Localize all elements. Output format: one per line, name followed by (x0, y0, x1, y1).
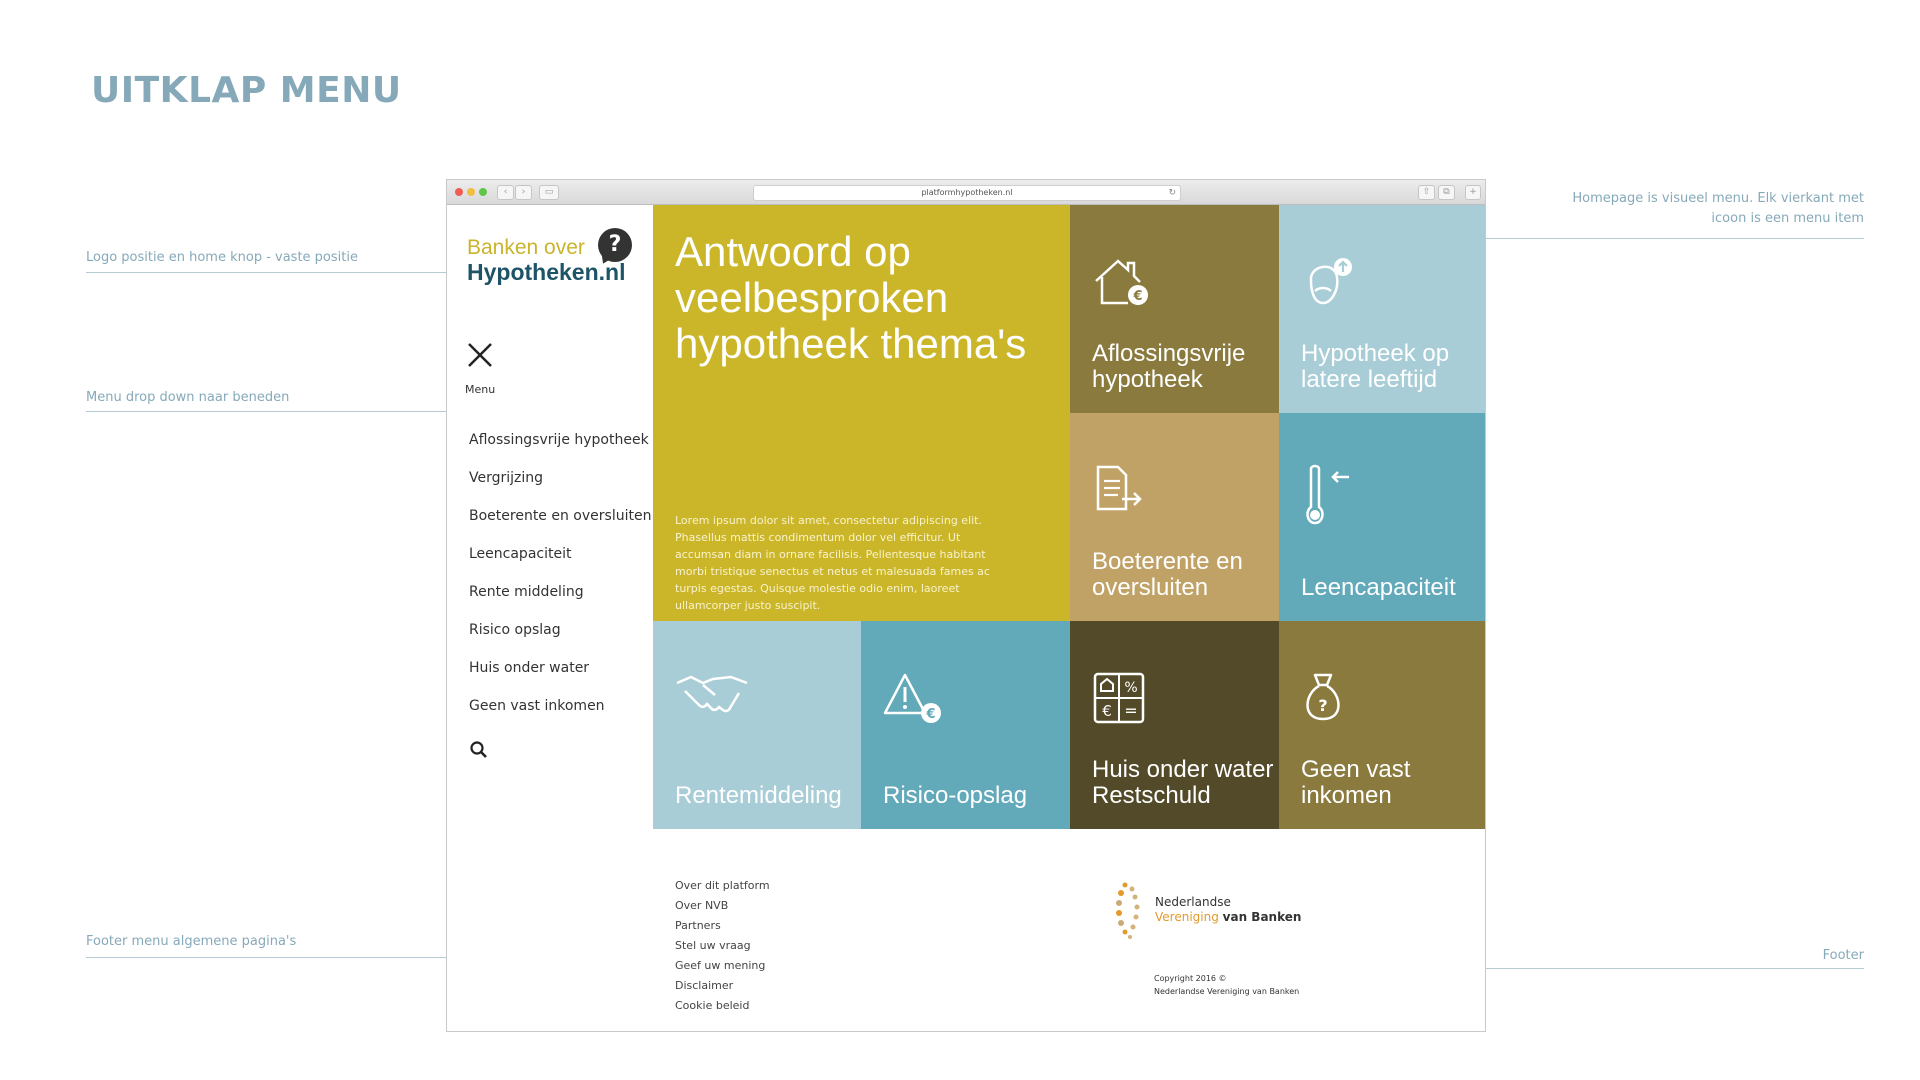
address-bar[interactable]: platformhypotheken.nl ↻ (753, 185, 1181, 201)
nvb-word-vereniging: Vereniging (1155, 910, 1219, 924)
tile-geen-vast-inkomen[interactable]: ? Geen vast inkomen (1279, 621, 1485, 829)
document-arrow-icon (1096, 465, 1142, 511)
menu-item[interactable]: Aflossingsvrije hypotheek (469, 430, 649, 468)
menu-label: Menu (465, 383, 496, 396)
back-button[interactable]: ‹ (497, 185, 514, 200)
close-window-button[interactable] (455, 188, 463, 196)
copyright-line: Copyright 2016 © (1154, 974, 1227, 983)
annotation-logo: Logo positie en home knop - vaste positi… (86, 250, 358, 265)
tile-aflossingsvrije-hypotheek[interactable]: € Aflossingsvrije hypotheek (1070, 205, 1279, 413)
tile-leencapaciteit[interactable]: Leencapaciteit (1279, 413, 1485, 621)
hero-title: Antwoord op veelbesproken hypotheek them… (675, 228, 1027, 367)
question-bubble-icon: ? (598, 228, 632, 262)
footer-link[interactable]: Stel uw vraag (675, 936, 770, 956)
nvb-dots-icon (1116, 882, 1140, 939)
forward-button[interactable]: › (515, 185, 532, 200)
nvb-word-banken: van Banken (1222, 910, 1302, 924)
footer-link[interactable]: Geef uw mening (675, 956, 770, 976)
tile-label: Risico-opslag (883, 782, 1028, 809)
tile-label: Hypotheek op latere leeftijd (1301, 340, 1450, 393)
house-euro-icon: € (1095, 259, 1148, 305)
site-logo[interactable]: Banken over Hypotheken.nl ? (467, 228, 632, 298)
menu-item[interactable]: Geen vast inkomen (469, 696, 649, 734)
annotation-line (86, 411, 456, 412)
tile-label: Aflossingsvrije hypotheek (1092, 340, 1246, 393)
svg-text:?: ? (1318, 696, 1327, 715)
browser-toolbar: ‹ › ▭ platformhypotheken.nl ↻ ⇧ ⧉ + (447, 180, 1485, 205)
annotation-footer-menu: Footer menu algemene pagina's (86, 934, 297, 949)
tile-hypotheek-latere-leeftijd[interactable]: Hypotheek op latere leeftijd (1279, 205, 1485, 413)
nvb-name-line1: Nederlandse (1155, 895, 1231, 909)
tile-rentemiddeling[interactable]: Rentemiddeling (653, 621, 861, 829)
nvb-name-line2: Vereniging van Banken (1155, 910, 1301, 924)
sidebar-toggle-button[interactable]: ▭ (539, 185, 559, 200)
close-menu-icon[interactable] (465, 340, 495, 370)
url-text: platformhypotheken.nl (921, 188, 1013, 197)
new-tab-button[interactable]: + (1465, 185, 1481, 200)
tile-label: Huis onder water Restschuld (1092, 756, 1274, 809)
elderly-man-icon (1309, 258, 1352, 305)
menu-list: Aflossingsvrije hypotheek Vergrijzing Bo… (469, 430, 651, 734)
minimize-window-button[interactable] (467, 188, 475, 196)
svg-text:€: € (925, 707, 935, 722)
money-bag-icon: ? (1306, 673, 1340, 721)
handshake-icon (676, 675, 748, 713)
copyright: Copyright 2016 © Nederlandse Vereniging … (1154, 972, 1354, 998)
footer-menu: Over dit platform Over NVB Partners Stel… (675, 876, 770, 1016)
menu-item[interactable]: Vergrijzing (469, 468, 649, 506)
menu-item[interactable]: Boeterente en oversluiten (469, 506, 651, 544)
share-button[interactable]: ⇧ (1418, 185, 1435, 200)
annotation-line (1474, 238, 1864, 239)
maximize-window-button[interactable] (479, 188, 487, 196)
tile-label: Rentemiddeling (675, 782, 842, 809)
menu-item[interactable]: Risico opslag (469, 620, 649, 658)
thermometer-euro-icon (1306, 464, 1349, 525)
tile-label: Geen vast inkomen (1301, 756, 1411, 809)
annotation-line (1474, 968, 1864, 969)
annotation-footer: Footer (1822, 948, 1864, 963)
footer-link[interactable]: Over dit platform (675, 876, 770, 896)
tile-risico-opslag[interactable]: € Risico-opslag (861, 621, 1070, 829)
logo-line1: Banken over (467, 236, 585, 259)
hero-tile: Antwoord op veelbesproken hypotheek them… (653, 205, 1070, 621)
svg-text:%: % (1124, 680, 1137, 696)
svg-text:€: € (1132, 289, 1142, 304)
hero-body: Lorem ipsum dolor sit amet, consectetur … (675, 514, 990, 612)
footer-link[interactable]: Over NVB (675, 896, 770, 916)
reload-icon[interactable]: ↻ (1168, 186, 1176, 200)
tile-boeterente-oversluiten[interactable]: Boeterente en oversluiten (1070, 413, 1279, 621)
warning-euro-icon: € (883, 673, 941, 723)
tile-huis-onder-water[interactable]: % € = Huis onder water Restschuld (1070, 621, 1279, 829)
svg-text:=: = (1124, 701, 1137, 720)
calculator-icon: % € = (1093, 672, 1145, 724)
page-title: UITKLAP MENU (91, 70, 402, 111)
footer-link[interactable]: Cookie beleid (675, 996, 770, 1016)
annotation-homepage: Homepage is visueel menu. Elk vierkant m… (1572, 191, 1864, 226)
tabs-button[interactable]: ⧉ (1438, 185, 1455, 200)
menu-item[interactable]: Leencapaciteit (469, 544, 649, 582)
tile-label: Boeterente en oversluiten (1092, 548, 1243, 601)
menu-item[interactable]: Rente middeling (469, 582, 649, 620)
copyright-line: Nederlandse Vereniging van Banken (1154, 987, 1300, 996)
search-icon[interactable] (469, 740, 489, 760)
nvb-logo[interactable]: Nederlandse Vereniging van Banken (1113, 877, 1303, 957)
svg-text:€: € (1102, 702, 1112, 720)
menu-item[interactable]: Huis onder water (469, 658, 649, 696)
annotation-line (86, 272, 456, 273)
footer-link[interactable]: Disclaimer (675, 976, 770, 996)
tile-label: Leencapaciteit (1301, 574, 1456, 601)
annotation-menu: Menu drop down naar beneden (86, 390, 290, 405)
footer-link[interactable]: Partners (675, 916, 770, 936)
browser-window: ‹ › ▭ platformhypotheken.nl ↻ ⇧ ⧉ + Bank… (446, 179, 1486, 1032)
